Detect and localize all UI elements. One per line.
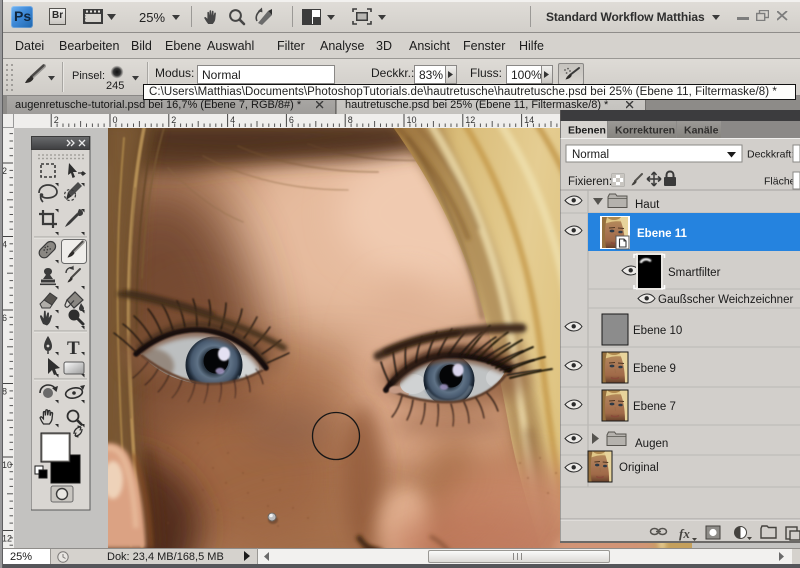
svg-text:14: 14 (524, 115, 534, 125)
svg-text:10: 10 (2, 460, 12, 470)
svg-text:12: 12 (2, 534, 12, 544)
svg-text:T: T (67, 338, 80, 359)
svg-text:6: 6 (289, 115, 294, 125)
svg-text:Ebene 7: Ebene 7 (633, 401, 676, 413)
svg-text:Ebenen: Ebenen (568, 125, 606, 137)
svg-text:Haut: Haut (635, 199, 660, 211)
svg-text:0: 0 (113, 115, 118, 125)
svg-text:2: 2 (54, 115, 59, 125)
svg-text:Korrekturen: Korrekturen (615, 125, 675, 137)
svg-text:fx: fx (679, 526, 690, 541)
svg-text:12: 12 (465, 115, 475, 125)
svg-text:Augen: Augen (635, 438, 668, 450)
svg-text:4: 4 (230, 115, 235, 125)
svg-text:Kanäle: Kanäle (684, 125, 719, 137)
svg-text:Ebene 9: Ebene 9 (633, 363, 676, 375)
svg-text:Ebene 10: Ebene 10 (633, 325, 682, 337)
svg-text:10: 10 (407, 115, 417, 125)
svg-text:Normal: Normal (572, 149, 609, 161)
svg-text:Fixieren:: Fixieren: (568, 176, 612, 188)
svg-text:8: 8 (348, 115, 353, 125)
svg-text:Ebene 11: Ebene 11 (637, 228, 687, 240)
svg-text:Original: Original (619, 462, 659, 474)
svg-text:Gaußscher Weichzeichner: Gaußscher Weichzeichner (658, 294, 793, 306)
svg-text:Smartfilter: Smartfilter (668, 267, 721, 279)
svg-text:Deckkraft:: Deckkraft: (747, 149, 794, 161)
svg-text:2: 2 (171, 115, 176, 125)
